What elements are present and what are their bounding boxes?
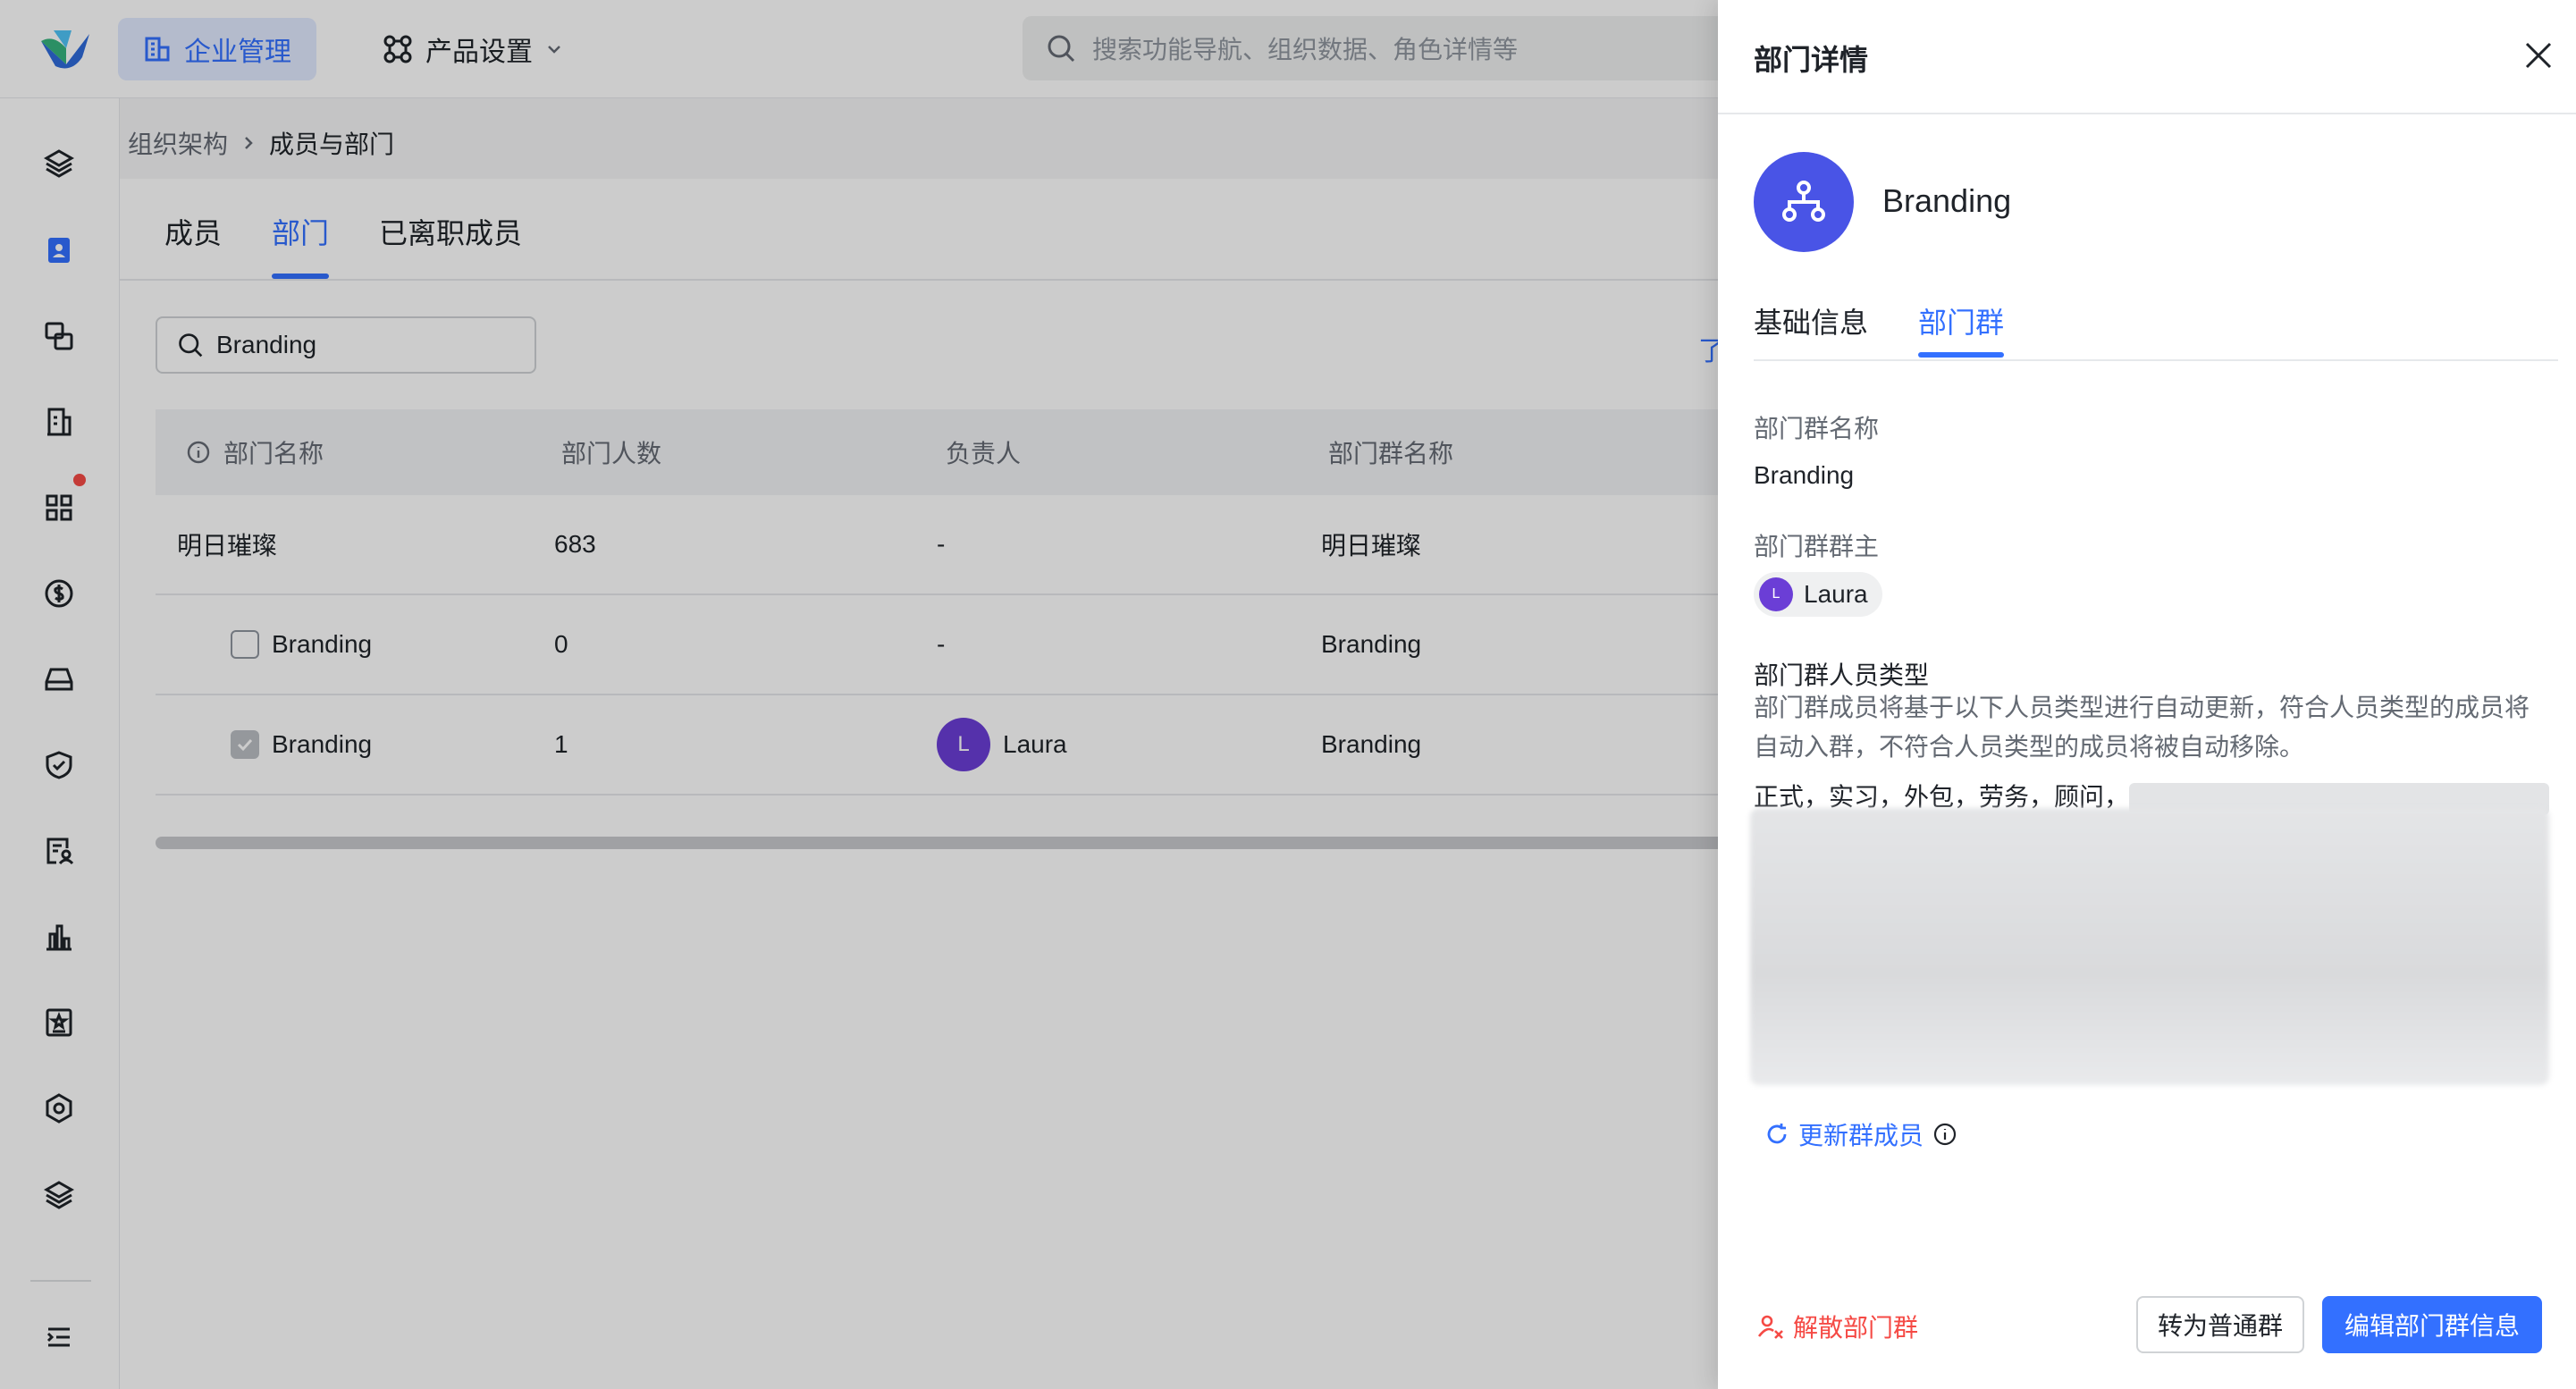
disband-group-button[interactable]: 解散部门群 bbox=[1757, 1309, 1918, 1344]
close-icon bbox=[2525, 42, 2552, 69]
department-detail-drawer: 部门详情 Branding 基础信息 部门群 部门群名称 Branding 部门… bbox=[1718, 0, 2576, 1389]
redacted-content bbox=[1750, 808, 2549, 1085]
member-type-label: 部门群人员类型 bbox=[1754, 661, 1930, 689]
info-icon[interactable] bbox=[1932, 1122, 1957, 1147]
disband-group-label: 解散部门群 bbox=[1793, 1314, 1919, 1342]
department-name: Branding bbox=[1882, 182, 2012, 219]
group-owner-name: Laura bbox=[1804, 580, 1868, 608]
drawer-title: 部门详情 bbox=[1754, 44, 1869, 76]
group-owner-label: 部门群群主 bbox=[1754, 533, 1880, 560]
drawer-header: 部门详情 bbox=[1718, 0, 2576, 114]
member-type-description: 部门群成员将基于以下人员类型进行自动更新，符合人员类型的成员将自动入群，不符合人… bbox=[1754, 694, 2530, 761]
drawer-tab-active-indicator bbox=[1918, 352, 2004, 358]
org-tree-icon bbox=[1782, 181, 1825, 222]
app-root: 企业管理 产品设置 搜索功能导航、组织数据、角色详情等 组织架构 成员与部门 成… bbox=[0, 0, 2576, 1389]
close-button[interactable] bbox=[2519, 36, 2558, 75]
avatar: L bbox=[1759, 577, 1793, 611]
drawer-tabs: 基础信息 部门群 bbox=[1754, 300, 2558, 361]
refresh-icon bbox=[1767, 1124, 1787, 1144]
group-owner-chip[interactable]: L Laura bbox=[1754, 572, 1882, 617]
edit-group-info-button[interactable]: 编辑部门群信息 bbox=[2322, 1296, 2542, 1353]
convert-to-normal-group-button[interactable]: 转为普通群 bbox=[2136, 1296, 2304, 1353]
tab-basic-info[interactable]: 基础信息 bbox=[1754, 300, 1868, 341]
disband-users-icon bbox=[1757, 1315, 1783, 1339]
drawer-footer: 解散部门群 转为普通群 编辑部门群信息 bbox=[1718, 1296, 2576, 1355]
department-avatar bbox=[1754, 152, 1854, 252]
group-name-value: Branding bbox=[1754, 461, 1855, 489]
refresh-members-label: 更新群成员 bbox=[1798, 1122, 1924, 1149]
group-name-label: 部门群名称 bbox=[1754, 415, 1880, 442]
refresh-members-button[interactable]: 更新群成员 bbox=[1750, 1107, 1983, 1162]
tab-department-group[interactable]: 部门群 bbox=[1918, 300, 2004, 341]
